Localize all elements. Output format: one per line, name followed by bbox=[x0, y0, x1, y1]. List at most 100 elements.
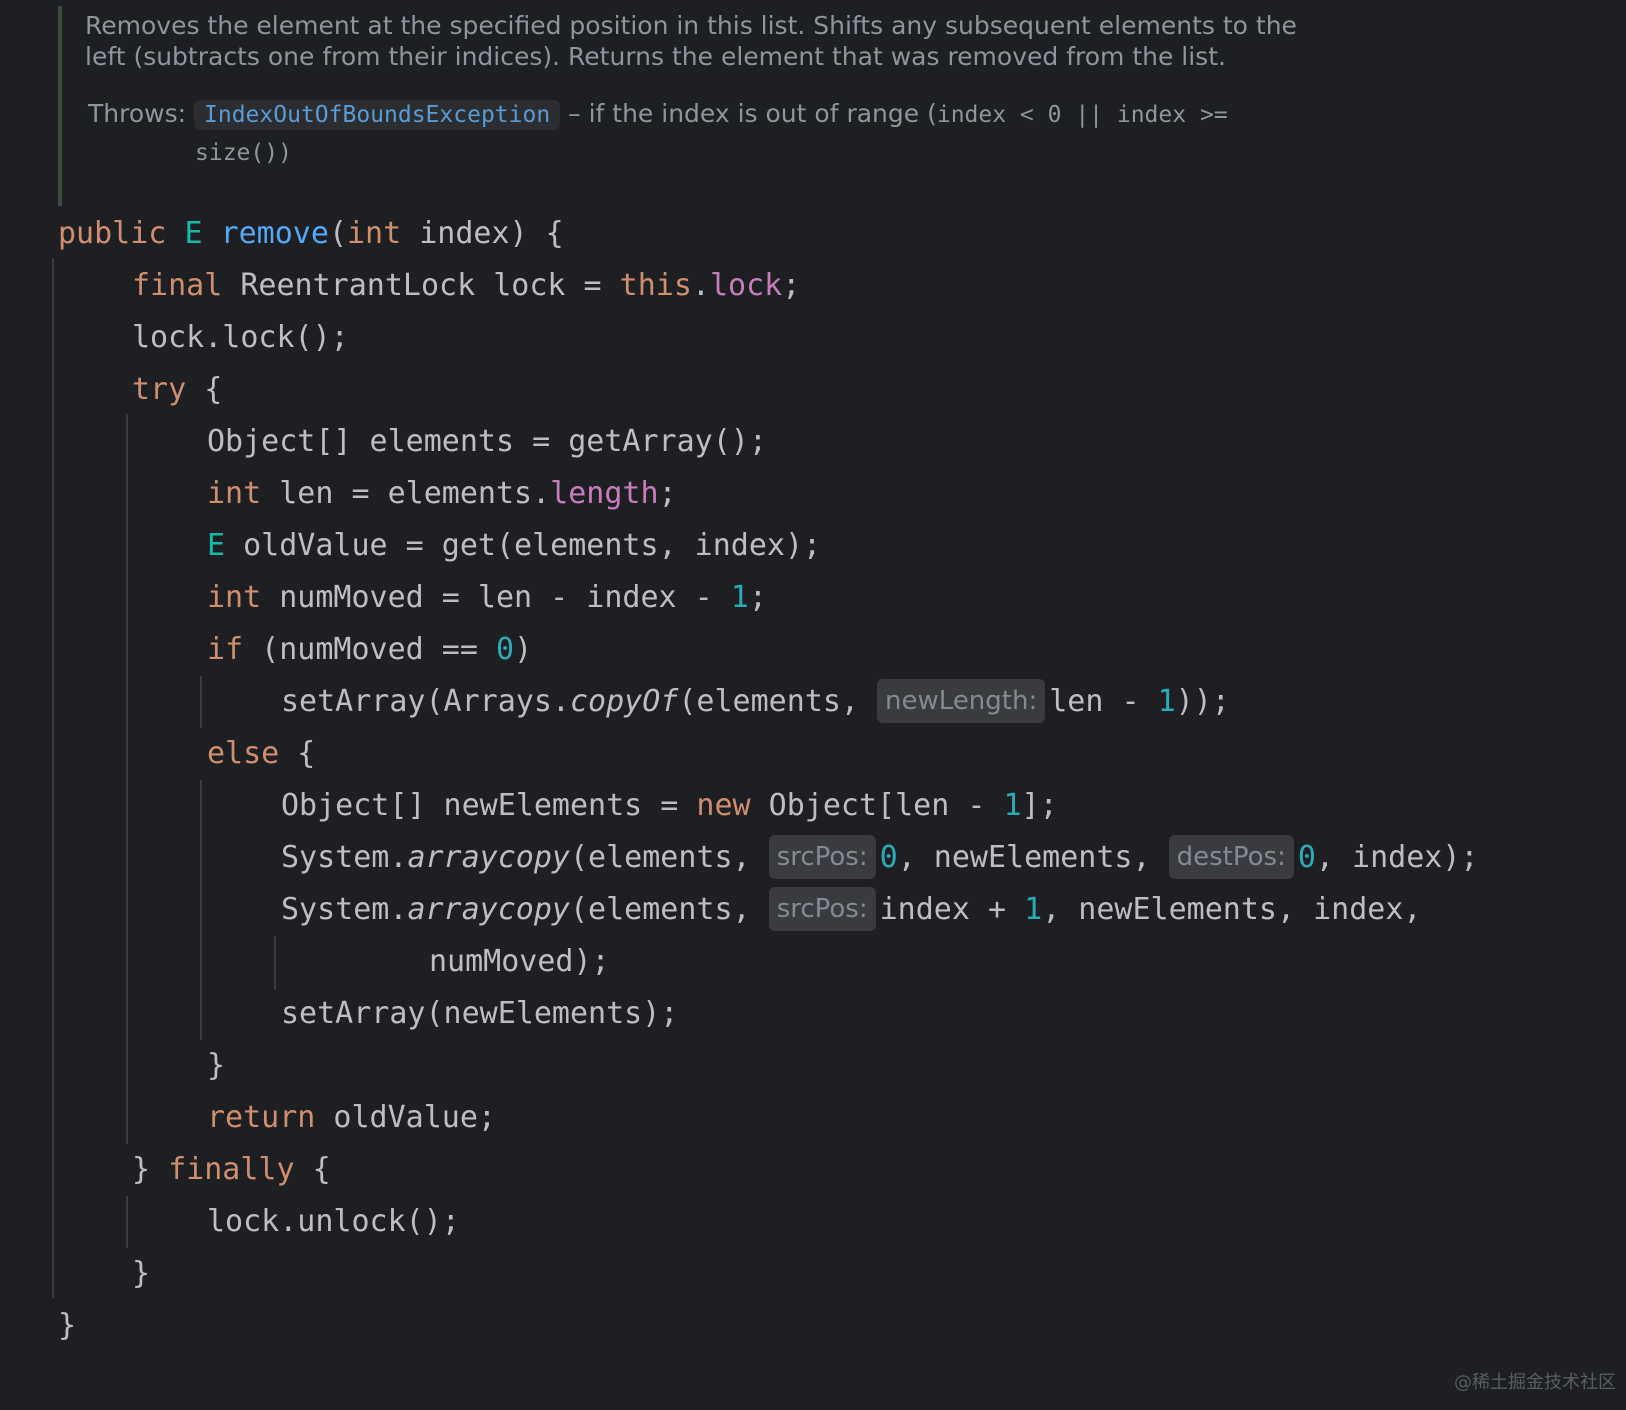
code-text: index + bbox=[879, 892, 1025, 927]
code-text: (elements, bbox=[570, 840, 769, 875]
param-hint-srcPos: srcPos: bbox=[768, 887, 876, 931]
method-name: remove bbox=[220, 216, 329, 251]
javadoc-gutter-bar bbox=[58, 6, 62, 206]
keyword-public: public bbox=[58, 216, 167, 251]
javadoc-throws-line: Throws: IndexOutOfBoundsException – if t… bbox=[88, 98, 1508, 131]
watermark: @稀土掘金技术社区 bbox=[1454, 1372, 1616, 1393]
code-text: numMoved = len - index - bbox=[261, 580, 731, 615]
keyword-try: try bbox=[132, 372, 187, 407]
code-line-12[interactable]: Object[] newElements = new Object[len - … bbox=[281, 779, 1058, 833]
code-text: { bbox=[294, 1152, 331, 1187]
code-text: Object[] newElements = bbox=[281, 788, 697, 823]
code-text: , index); bbox=[1315, 840, 1479, 875]
code-text: ReentrantLock lock = bbox=[222, 268, 620, 303]
javadoc-description-line-1: Removes the element at the specified pos… bbox=[85, 11, 1297, 40]
field-lock: lock bbox=[709, 268, 783, 303]
type-param-E: E bbox=[207, 528, 226, 563]
indent-guide-finally bbox=[126, 1196, 128, 1248]
throws-text: – if the index is out of range ( bbox=[568, 99, 937, 128]
code-line-7[interactable]: E oldValue = get(elements, index); bbox=[207, 519, 821, 573]
field-length: length bbox=[550, 476, 659, 511]
code-text: System. bbox=[281, 840, 408, 875]
code-line-18[interactable]: return oldValue; bbox=[207, 1091, 496, 1145]
code-line-6[interactable]: int len = elements.length; bbox=[207, 467, 677, 521]
number-literal: 0 bbox=[879, 840, 898, 875]
code-line-5[interactable]: Object[] elements = getArray(); bbox=[207, 415, 767, 469]
code-text: (numMoved == bbox=[243, 632, 496, 667]
code-line-3[interactable]: lock.lock(); bbox=[132, 311, 349, 365]
param-hint-destPos: destPos: bbox=[1168, 835, 1294, 879]
static-method-copyOf: copyOf bbox=[569, 684, 679, 719]
code-line-8[interactable]: int numMoved = len - index - 1; bbox=[207, 571, 767, 625]
code-line-15[interactable]: numMoved); bbox=[429, 935, 610, 989]
code-text: len = elements. bbox=[261, 476, 551, 511]
code-text: (elements, bbox=[570, 892, 769, 927]
code-line-16[interactable]: setArray(newElements); bbox=[281, 987, 678, 1041]
code-text: Object[len - bbox=[750, 788, 1004, 823]
number-literal: 0 bbox=[496, 632, 515, 667]
param-hint-newLength: newLength: bbox=[877, 679, 1046, 723]
code-text: )); bbox=[1175, 684, 1230, 719]
code-line-19[interactable]: } finally { bbox=[132, 1143, 331, 1197]
signature-rest: index) { bbox=[401, 216, 564, 251]
code-line-21[interactable]: } bbox=[132, 1247, 150, 1301]
keyword-finally: finally bbox=[168, 1152, 295, 1187]
number-literal: 1 bbox=[1003, 788, 1022, 823]
code-line-14[interactable]: System.arraycopy(elements, srcPos: index … bbox=[281, 883, 1421, 937]
indent-guide-if bbox=[200, 676, 202, 728]
code-line-22[interactable]: } bbox=[58, 1299, 76, 1353]
indent-guide-else bbox=[200, 780, 202, 1040]
javadoc-description-line-2: left (subtracts one from their indices).… bbox=[85, 42, 1226, 71]
code-text: } bbox=[132, 1152, 169, 1187]
code-text: oldValue = get(elements, index); bbox=[225, 528, 822, 563]
indent-guide-try bbox=[126, 414, 128, 1144]
exception-link[interactable]: IndexOutOfBoundsException bbox=[194, 100, 561, 130]
keyword-new: new bbox=[696, 788, 751, 823]
keyword-this: this bbox=[619, 268, 692, 303]
keyword-return: return bbox=[207, 1100, 316, 1135]
number-literal: 1 bbox=[1157, 684, 1176, 719]
indent-guide-method bbox=[52, 258, 54, 1298]
keyword-final: final bbox=[132, 268, 223, 303]
code-text: System. bbox=[281, 892, 408, 927]
code-text: (elements, bbox=[678, 684, 878, 719]
code-line-4[interactable]: try { bbox=[132, 363, 222, 417]
code-line-2[interactable]: final ReentrantLock lock = this.lock; bbox=[132, 259, 800, 313]
code-line-10[interactable]: setArray(Arrays.copyOf(elements, newLeng… bbox=[281, 675, 1230, 729]
code-text: ; bbox=[658, 476, 677, 511]
code-text: , newElements, bbox=[897, 840, 1169, 875]
javadoc-throws-code-continued: size()) bbox=[195, 140, 292, 166]
keyword-int: int bbox=[207, 580, 262, 615]
static-method-arraycopy: arraycopy bbox=[407, 840, 570, 875]
code-text: ]; bbox=[1021, 788, 1058, 823]
code-text: ; bbox=[782, 268, 801, 303]
code-line-17[interactable]: } bbox=[207, 1039, 225, 1093]
code-text: ) bbox=[514, 632, 533, 667]
type-param-E: E bbox=[184, 216, 203, 251]
code-line-20[interactable]: lock.unlock(); bbox=[207, 1195, 460, 1249]
code-text: len - bbox=[1049, 684, 1158, 719]
code-text: { bbox=[279, 736, 316, 771]
code-text: , newElements, index, bbox=[1042, 892, 1422, 927]
code-line-11[interactable]: else { bbox=[207, 727, 315, 781]
code-line-signature[interactable]: public E remove(int index) { bbox=[58, 207, 564, 261]
keyword-int: int bbox=[347, 216, 402, 251]
code-text: . bbox=[691, 268, 710, 303]
static-method-arraycopy: arraycopy bbox=[407, 892, 570, 927]
keyword-else: else bbox=[207, 736, 280, 771]
throws-label: Throws: bbox=[88, 99, 187, 128]
code-text: setArray(Arrays. bbox=[281, 684, 570, 719]
number-literal: 1 bbox=[730, 580, 749, 615]
code-text: oldValue; bbox=[315, 1100, 496, 1135]
number-literal: 0 bbox=[1297, 840, 1316, 875]
code-editor[interactable]: Removes the element at the specified pos… bbox=[0, 0, 1626, 1410]
code-text: ; bbox=[748, 580, 767, 615]
indent-guide-continuation bbox=[274, 936, 276, 990]
code-line-9[interactable]: if (numMoved == 0) bbox=[207, 623, 532, 677]
code-text: { bbox=[186, 372, 223, 407]
number-literal: 1 bbox=[1024, 892, 1043, 927]
keyword-if: if bbox=[207, 632, 244, 667]
code-line-13[interactable]: System.arraycopy(elements, srcPos: 0, new… bbox=[281, 831, 1478, 885]
throws-code: index < 0 || index >= bbox=[936, 102, 1228, 128]
keyword-int: int bbox=[207, 476, 262, 511]
